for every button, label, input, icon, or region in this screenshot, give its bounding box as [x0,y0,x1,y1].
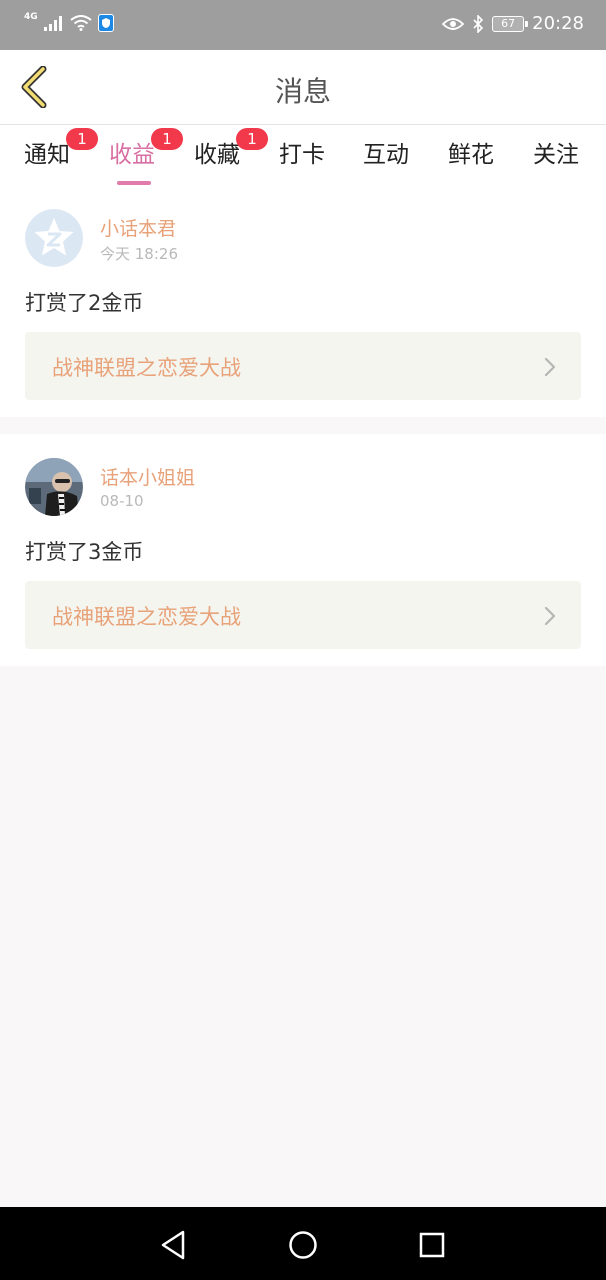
post-time: 08-10 [100,492,144,510]
tab-favorites[interactable]: 收藏 1 [194,128,268,169]
back-triangle-icon [161,1230,185,1260]
avatar[interactable] [25,209,83,267]
avatar[interactable] [25,458,83,516]
tab-label: 通知 [24,142,70,168]
message-card: 话本小姐姐 08-10 打赏了3金币 战神联盟之恋爱大战 [0,434,606,666]
tab-label: 关注 [533,142,579,168]
home-circle-icon [289,1231,317,1259]
nav-home-button[interactable] [283,1225,323,1265]
photo-avatar-icon [25,458,83,516]
nav-recents-button[interactable] [412,1225,452,1265]
message-text: 打赏了2金币 [25,291,144,315]
bluetooth-icon [473,14,484,33]
message-card: 小话本君 今天 18:26 打赏了2金币 战神联盟之恋爱大战 [0,185,606,417]
unread-badge: 1 [151,128,183,150]
user-name[interactable]: 小话本君 [100,214,176,241]
status-time: 20:28 [532,13,584,34]
chevron-right-icon [544,357,556,377]
unread-badge: 1 [236,128,268,150]
page-title: 消息 [274,75,331,108]
tab-label: 互动 [363,142,409,168]
post-time: 今天 18:26 [100,245,178,263]
tab-following[interactable]: 关注 [533,135,579,169]
message-text: 打赏了3金币 [25,540,144,564]
tab-label: 收藏 [194,142,240,168]
tab-checkin[interactable]: 打卡 [279,135,325,169]
chevron-right-icon [544,606,556,626]
network-type: 4G [24,12,38,22]
tab-interaction[interactable]: 互动 [363,135,409,169]
tab-notify[interactable]: 通知 1 [24,128,98,169]
status-bar: 4G 67 20:28 [0,0,606,50]
wifi-icon [70,15,92,31]
status-right: 67 20:28 [442,13,584,34]
book-title: 战神联盟之恋爱大战 [52,605,241,629]
signal-icon [43,16,62,31]
user-name[interactable]: 话本小姐姐 [100,463,195,490]
book-link[interactable]: 战神联盟之恋爱大战 [25,581,581,649]
tab-earnings[interactable]: 收益 1 [109,128,183,185]
system-nav-bar [0,1207,606,1280]
book-title: 战神联盟之恋爱大战 [52,356,241,380]
star-avatar-icon [25,209,83,267]
tab-label: 鲜花 [448,142,494,168]
battery-icon: 67 [492,15,529,32]
header: 消息 [0,50,606,125]
status-left: 4G [24,12,114,32]
tab-label: 打卡 [279,142,325,168]
eye-icon [442,17,465,30]
shield-icon [97,14,114,32]
tab-bar: 通知 1 收益 1 收藏 1 打卡 互动 鲜花 关注 [0,125,606,185]
nav-back-button[interactable] [153,1225,193,1265]
tab-flowers[interactable]: 鲜花 [448,135,494,169]
unread-badge: 1 [66,128,98,150]
recents-square-icon [419,1232,445,1258]
book-link[interactable]: 战神联盟之恋爱大战 [25,332,581,400]
tab-label: 收益 [109,142,155,168]
